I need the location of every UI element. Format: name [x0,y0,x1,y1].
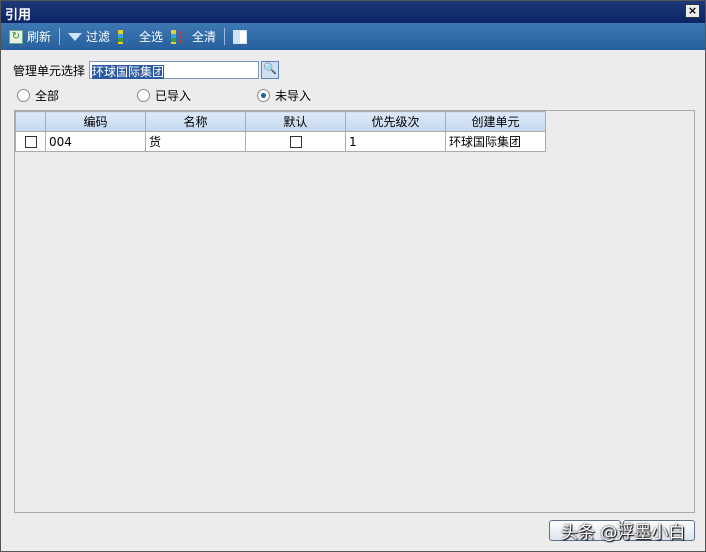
exit-door-icon [233,29,248,44]
radio-circle [17,89,30,102]
window-title: 引用 [5,8,32,23]
ok-button[interactable] [549,520,621,541]
filter-icon [68,32,83,41]
header-select [15,111,46,132]
header-priority[interactable]: 优先级次 [345,111,446,132]
org-label: 管理单元选择 [13,63,86,78]
radio-circle [257,89,270,102]
filter-button[interactable]: 过滤 [68,28,110,45]
cell-unit: 环球国际集团 [445,131,546,152]
cell-priority: 1 [345,131,446,152]
title-bar: 引用 × [1,1,705,23]
table-header: 编码 名称 默认 优先级次 创建单元 [15,111,546,132]
refresh-icon: ↻ [9,29,23,44]
search-icon: 🔍 [263,62,277,75]
header-name[interactable]: 名称 [145,111,246,132]
separator [59,28,61,45]
radio-all[interactable]: 全部 [17,87,59,104]
table-row[interactable]: 004 货 1 环球国际集团 [15,131,546,152]
list-check-icon [118,29,124,44]
default-checkbox[interactable] [289,136,302,148]
data-grid: 编码 名称 默认 优先级次 创建单元 004 货 1 环球国际集团 [14,110,695,513]
toolbar: ↻ 刷新 过滤 全选 全清 [1,23,705,50]
row-checkbox[interactable] [24,136,37,148]
clear-all-button[interactable]: 全清 [171,28,216,45]
select-all-button[interactable]: 全选 [118,28,163,45]
list-clear-icon [171,29,177,44]
cell-name: 货 [145,131,246,152]
radio-imported[interactable]: 已导入 [137,87,191,104]
header-default[interactable]: 默认 [245,111,346,132]
org-input[interactable]: 环球国际集团 [89,61,260,79]
header-unit[interactable]: 创建单元 [445,111,546,132]
dialog-window: 引用 × ↻ 刷新 过滤 全选 全清 管理单元选择 环球国际集团 🔍 全部 已导入… [0,0,706,552]
separator [224,28,226,45]
header-code[interactable]: 编码 [45,111,146,132]
cell-code: 004 [45,131,146,152]
radio-circle [137,89,150,102]
search-button[interactable]: 🔍 [261,61,280,79]
refresh-button[interactable]: ↻ 刷新 [9,28,51,45]
cancel-button[interactable] [623,520,695,541]
radio-not-imported[interactable]: 未导入 [257,87,311,104]
org-selector: 管理单元选择 环球国际集团 🔍 [13,61,280,79]
exit-button[interactable] [233,29,248,44]
close-button[interactable]: × [685,4,700,18]
